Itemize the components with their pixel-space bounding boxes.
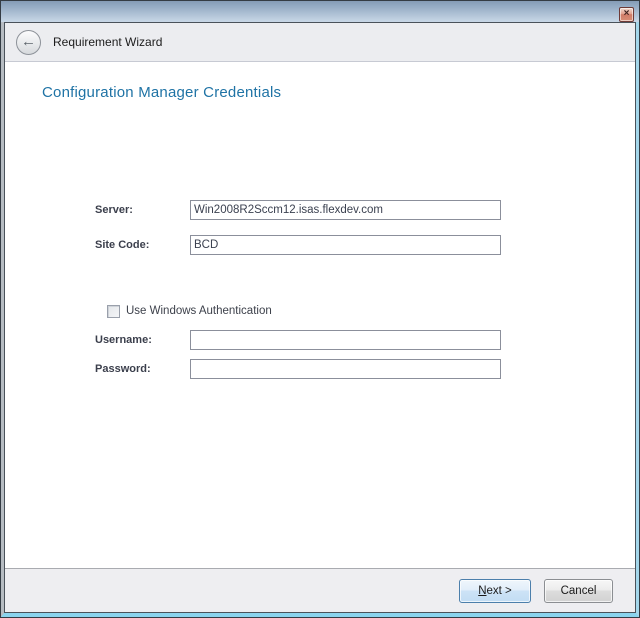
windows-auth-checkbox[interactable] [107,305,120,318]
server-input[interactable] [190,200,501,220]
wizard-page: Configuration Manager Credentials Server… [5,62,635,568]
button-bar: Next > Cancel [5,568,635,612]
username-input[interactable] [190,330,501,350]
wizard-title: Requirement Wizard [53,35,162,49]
username-label: Username: [95,334,152,346]
wizard-window: × ← Requirement Wizard Configuration Man… [0,0,640,618]
windows-auth-label[interactable]: Use Windows Authentication [126,305,272,317]
password-label: Password: [95,363,151,375]
window-frame: ← Requirement Wizard Configuration Manag… [1,22,639,617]
password-input[interactable] [190,359,501,379]
next-button-accesskey: N [478,585,486,597]
titlebar: × [1,1,639,22]
close-icon[interactable]: × [619,7,634,22]
next-button-label: ext > [487,585,512,597]
cancel-button[interactable]: Cancel [544,579,613,603]
site-code-label: Site Code: [95,239,149,251]
back-button[interactable]: ← [16,30,41,55]
window-body: ← Requirement Wizard Configuration Manag… [4,22,636,613]
server-label: Server: [95,204,133,216]
next-button[interactable]: Next > [459,579,531,603]
site-code-input[interactable] [190,235,501,255]
page-title: Configuration Manager Credentials [42,84,281,101]
wizard-header: ← Requirement Wizard [5,23,635,62]
